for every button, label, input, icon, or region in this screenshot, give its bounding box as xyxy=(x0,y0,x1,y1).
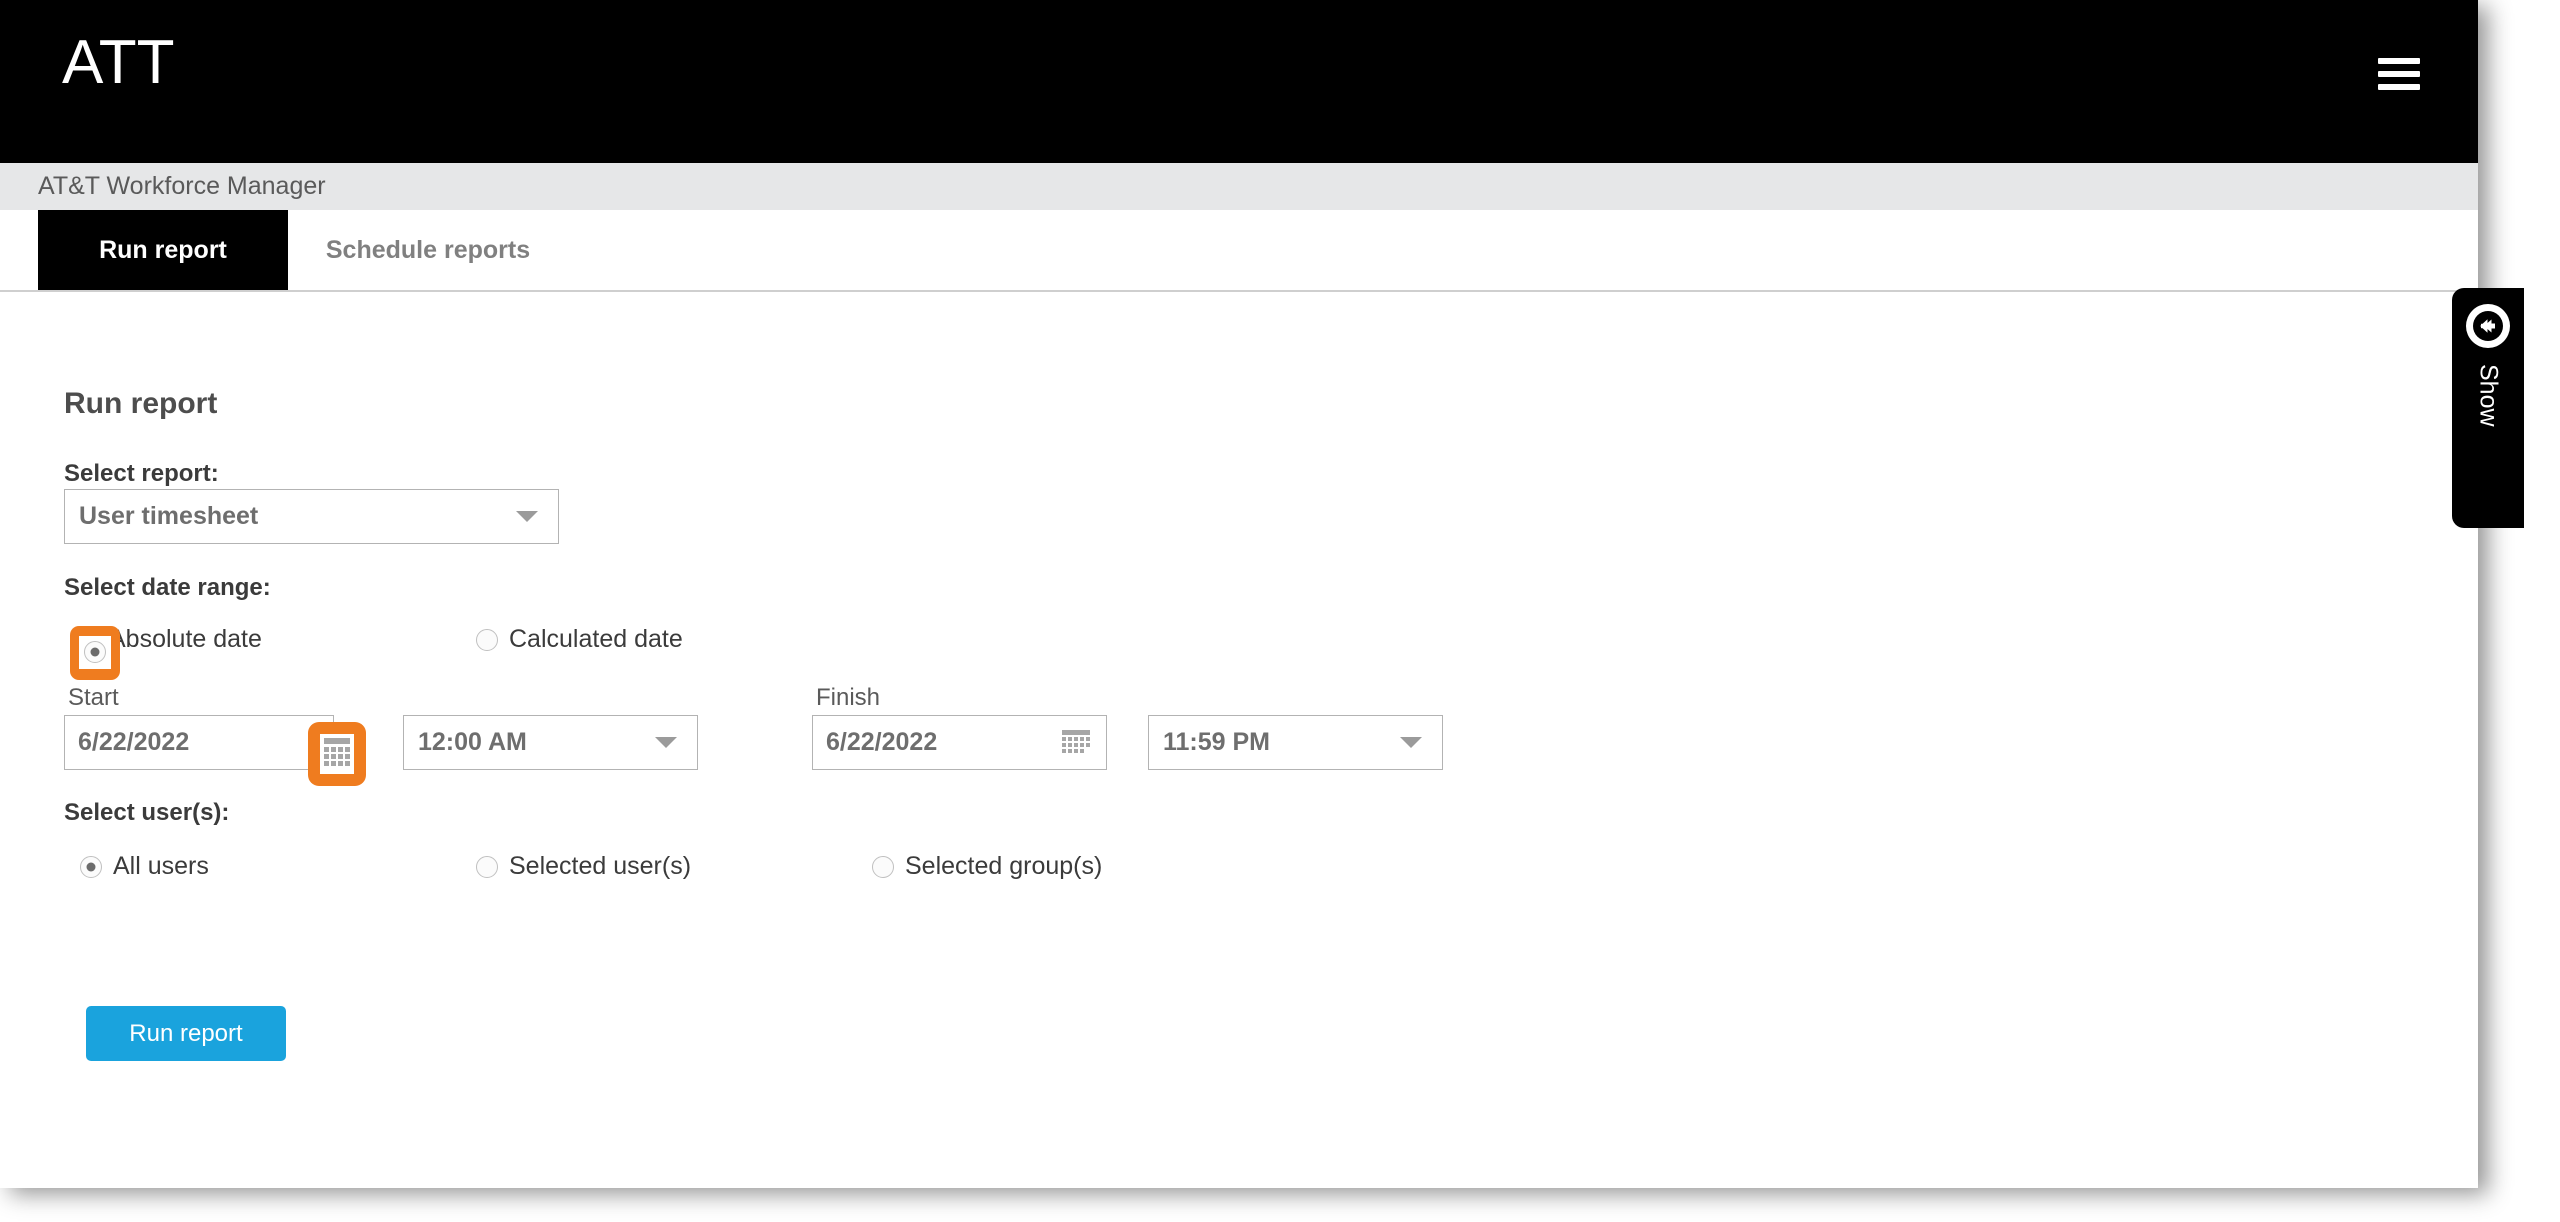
radio-label-absolute-date: Absolute date xyxy=(109,625,262,653)
radio-all-users[interactable]: All users xyxy=(80,852,209,881)
chevron-down-icon xyxy=(516,511,538,522)
radio-selected-groups[interactable]: Selected group(s) xyxy=(872,852,1102,881)
main-content: Run report Select report: User timesheet… xyxy=(0,292,2478,1188)
radio-icon-calculated-date xyxy=(476,628,498,651)
show-drawer-label: Show xyxy=(2474,364,2503,427)
select-users-label: Select user(s): xyxy=(64,799,230,826)
start-date-value: 6/22/2022 xyxy=(78,728,190,756)
radio-calculated-date[interactable]: Calculated date xyxy=(476,625,683,654)
start-date-input[interactable]: 6/22/2022 xyxy=(64,715,334,770)
app-name-bar: AT&T Workforce Manager xyxy=(0,163,2478,210)
hamburger-menu-icon[interactable] xyxy=(2378,58,2420,90)
calendar-icon[interactable] xyxy=(1062,729,1090,756)
radio-label-all-users: All users xyxy=(113,852,209,880)
show-drawer-handle[interactable]: Show xyxy=(2452,288,2524,528)
chevron-down-icon xyxy=(655,737,677,748)
radio-label-selected-groups: Selected group(s) xyxy=(905,852,1103,880)
finish-time-dropdown[interactable]: 11:59 PM xyxy=(1148,715,1443,770)
finish-date-input[interactable]: 6/22/2022 xyxy=(812,715,1107,770)
start-time-value: 12:00 AM xyxy=(418,728,527,756)
radio-icon-selected-groups xyxy=(872,855,894,878)
finish-time-value: 11:59 PM xyxy=(1163,728,1271,756)
finish-label: Finish xyxy=(816,684,881,711)
app-window: ATT AT&T Workforce Manager Run report Sc… xyxy=(0,0,2478,1188)
radio-icon-absolute-date-highlighted[interactable] xyxy=(84,641,106,663)
radio-label-selected-users: Selected user(s) xyxy=(509,852,692,880)
radio-label-calculated-date: Calculated date xyxy=(509,625,683,653)
hamburger-bar xyxy=(2378,84,2420,90)
start-time-dropdown[interactable]: 12:00 AM xyxy=(403,715,698,770)
select-report-dropdown[interactable]: User timesheet xyxy=(64,489,559,544)
hamburger-bar xyxy=(2378,58,2420,64)
start-label: Start xyxy=(68,684,119,711)
annotation-highlight-start-calendar[interactable] xyxy=(308,722,366,786)
radio-dot xyxy=(90,647,100,657)
brand-logo: ATT xyxy=(62,28,175,97)
page-title: Run report xyxy=(64,387,218,420)
app-name-label: AT&T Workforce Manager xyxy=(38,172,326,200)
hamburger-bar xyxy=(2378,71,2420,77)
brand-header: ATT xyxy=(0,0,2478,163)
radio-icon-all-users xyxy=(80,855,102,878)
calendar-icon[interactable] xyxy=(320,734,354,774)
radio-icon-selected-users xyxy=(476,855,498,878)
tab-strip: Run report Schedule reports xyxy=(0,210,2478,292)
run-report-button[interactable]: Run report xyxy=(86,1006,286,1061)
finish-date-value: 6/22/2022 xyxy=(826,728,938,756)
arrow-left-circle-icon xyxy=(2466,304,2510,348)
annotation-highlight-absolute-date xyxy=(70,626,120,680)
chevron-down-icon xyxy=(1400,737,1422,748)
select-report-label: Select report: xyxy=(64,460,219,487)
select-date-range-label: Select date range: xyxy=(64,574,271,601)
select-report-value: User timesheet xyxy=(79,502,259,530)
tab-schedule-reports[interactable]: Schedule reports xyxy=(288,210,568,290)
tab-run-report[interactable]: Run report xyxy=(38,210,288,290)
radio-selected-users[interactable]: Selected user(s) xyxy=(476,852,691,881)
